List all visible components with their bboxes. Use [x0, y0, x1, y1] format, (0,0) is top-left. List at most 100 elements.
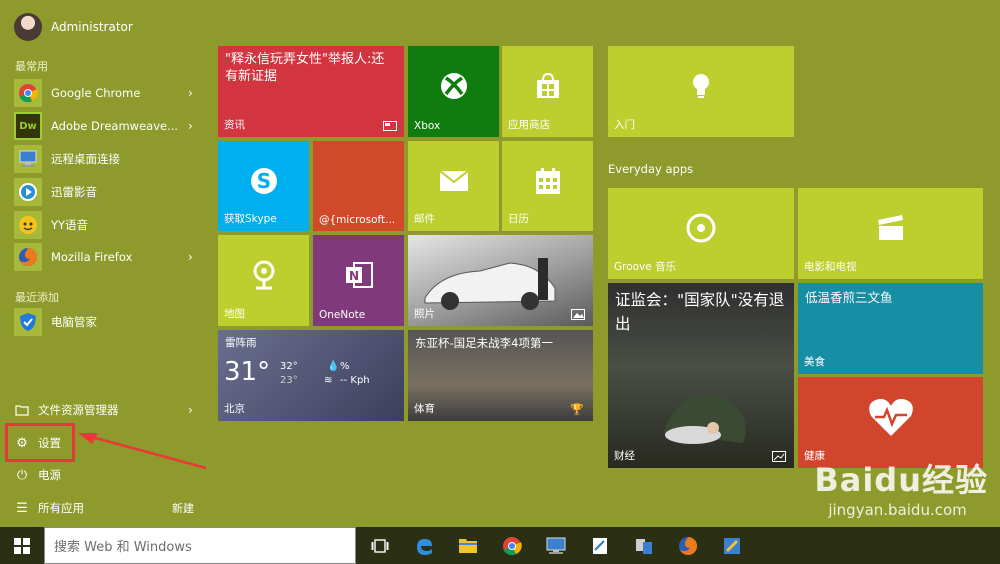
taskbar: 搜索 Web 和 Windows [0, 527, 1000, 564]
all-apps-label: 所有应用 [38, 501, 84, 515]
annotation-arrow [78, 433, 207, 470]
heart-pulse-icon [868, 398, 913, 437]
app-label: 远程桌面连接 [51, 152, 120, 166]
app-firefox[interactable]: Mozilla Firefox › [14, 242, 198, 272]
chart-icon [772, 451, 786, 462]
taskbar-network[interactable] [622, 527, 666, 564]
tile-outlook[interactable]: @{microsoft... [313, 141, 404, 231]
tile-onenote[interactable]: N OneNote [313, 235, 404, 326]
tile-photos[interactable]: 照片 [408, 235, 593, 326]
tile-mail[interactable]: 邮件 [408, 141, 499, 231]
app-google-chrome[interactable]: Google Chrome › [14, 78, 198, 108]
tile-maps[interactable]: 地图 [218, 235, 309, 326]
recently-added-heading: 最近添加 [15, 291, 59, 304]
file-explorer-label: 文件资源管理器 [38, 403, 119, 417]
app-label: Google Chrome [51, 86, 141, 100]
list-icon: ☰ [16, 500, 28, 516]
weather-humidity: % [340, 361, 350, 372]
notepad-icon [593, 537, 607, 554]
taskbar-notepad[interactable] [578, 527, 622, 564]
start-button[interactable] [0, 527, 44, 564]
user-account[interactable]: Administrator [14, 12, 133, 42]
task-view-button[interactable] [358, 527, 402, 564]
remote-desktop-icon [546, 537, 566, 554]
news-icon [383, 121, 397, 131]
windows-logo-icon [14, 537, 30, 554]
app-label: 迅雷影音 [51, 185, 97, 199]
chevron-right-icon[interactable]: › [188, 119, 198, 133]
firefox-icon [14, 243, 42, 271]
clapperboard-icon [877, 215, 903, 241]
network-icon [636, 538, 652, 554]
food-headline: 低温香煎三文鱼 [805, 290, 893, 305]
tile-outlook-label: @{microsoft... [319, 214, 396, 226]
svg-text:S: S [256, 169, 270, 193]
tile-food[interactable]: 低温香煎三文鱼 美食 [798, 283, 983, 374]
tile-store[interactable]: 应用商店 [502, 46, 593, 137]
taskbar-firefox[interactable] [666, 527, 710, 564]
app-label: Mozilla Firefox [51, 250, 133, 264]
firefox-icon [679, 536, 698, 555]
app-remote-desktop[interactable]: 远程桌面连接 [14, 144, 198, 174]
chevron-right-icon[interactable]: › [188, 250, 198, 264]
everyday-apps-heading: Everyday apps [608, 162, 694, 176]
tile-mail-label: 邮件 [414, 213, 435, 225]
task-view-icon [371, 538, 389, 553]
tile-intro-label: 入门 [614, 119, 635, 131]
tile-xbox-label: Xbox [414, 120, 441, 132]
lightbulb-icon [693, 74, 709, 99]
tile-onenote-label: OneNote [319, 309, 366, 321]
watermark-url: jingyan.baidu.com [828, 501, 967, 519]
app-label: 电脑管家 [51, 315, 97, 329]
taskbar-chrome[interactable] [490, 527, 534, 564]
tile-groove-label: Groove 音乐 [614, 261, 677, 273]
photo-icon [571, 309, 585, 320]
tile-skype[interactable]: S 获取Skype [218, 141, 309, 231]
tile-intro[interactable]: 入门 [608, 46, 794, 137]
app-label: Adobe Dreamweave... [51, 119, 179, 133]
news-headline: "释永信玩弄女性"举报人:还有新证据 [225, 52, 385, 84]
taskbar-remote-desktop[interactable] [534, 527, 578, 564]
chrome-icon [503, 536, 522, 555]
start-menu: Administrator 最常用 Google Chrome › Dw Ado… [0, 0, 1000, 527]
tile-xbox[interactable]: Xbox [408, 46, 499, 137]
tile-finance[interactable]: 证监会："国家队"没有退出 财经 [608, 283, 794, 468]
all-apps-item[interactable]: ☰ 所有应用 新建 [14, 496, 198, 520]
onenote-icon: N [345, 262, 373, 289]
search-placeholder: 搜索 Web 和 Windows [54, 540, 192, 555]
envelope-icon [438, 169, 469, 191]
sports-headline: 东亚杯-国足未战李4项第一 [415, 336, 553, 350]
tile-sports[interactable]: 东亚杯-国足未战李4项第一 体育 🏆 [408, 330, 593, 421]
tile-photos-label: 照片 [414, 308, 435, 320]
file-explorer-item[interactable]: 文件资源管理器 › [14, 398, 198, 422]
tile-skype-label: 获取Skype [224, 213, 277, 225]
tile-news-label: 资讯 [224, 119, 245, 131]
weather-low: 23° [280, 375, 298, 386]
tile-maps-label: 地图 [224, 308, 245, 320]
tile-groove[interactable]: Groove 音乐 [608, 188, 794, 279]
xunlei-player-icon [14, 178, 42, 206]
dreamweaver-icon-text: Dw [19, 120, 37, 132]
app-pc-manager[interactable]: 电脑管家 [14, 307, 198, 337]
taskbar-edge[interactable] [402, 527, 446, 564]
user-name: Administrator [51, 20, 133, 34]
tile-calendar-label: 日历 [508, 213, 529, 225]
tile-calendar[interactable]: 日历 [502, 141, 593, 231]
watermark-brand: Baidu经验 [814, 461, 988, 499]
tile-weather[interactable]: 雷阵雨 31° 32° 23° 💧 % ≋ -- Kph 北京 [218, 330, 404, 421]
finance-headline: 证监会："国家队"没有退出 [615, 291, 785, 333]
app-yy-voice[interactable]: YY语音 [14, 210, 198, 240]
chevron-right-icon[interactable]: › [188, 403, 198, 417]
chevron-right-icon[interactable]: › [188, 86, 198, 100]
yy-voice-icon [14, 211, 42, 239]
dreamweaver-icon: Dw [14, 112, 42, 140]
app-dreamweaver[interactable]: Dw Adobe Dreamweave... › [14, 111, 198, 141]
settings-highlight-box [5, 423, 75, 462]
app-xunlei-player[interactable]: 迅雷影音 [14, 177, 198, 207]
tile-news[interactable]: "释永信玩弄女性"举报人:还有新证据 资讯 [218, 46, 404, 137]
taskbar-file-explorer[interactable] [446, 527, 490, 564]
taskbar-editor[interactable] [710, 527, 754, 564]
search-box[interactable]: 搜索 Web 和 Windows [44, 527, 356, 564]
tile-movies[interactable]: 电影和电视 [798, 188, 983, 279]
music-disc-icon [686, 213, 716, 243]
